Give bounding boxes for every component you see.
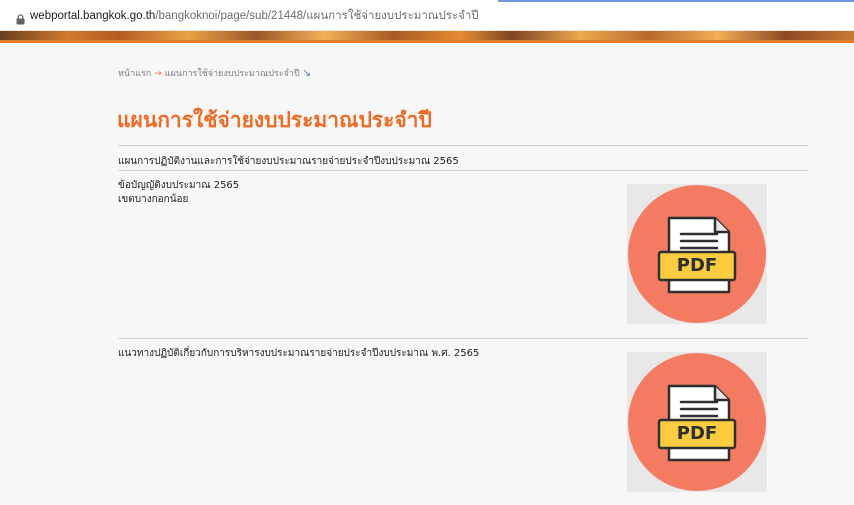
divider xyxy=(118,170,808,171)
page-title: แผนการใช้จ่ายงบประมาณประจำปี xyxy=(117,108,432,132)
url-text[interactable]: webportal.bangkok.go.th/bangkoknoi/page/… xyxy=(30,7,479,25)
pdf-label: PDF xyxy=(676,423,718,444)
breadcrumb-separator: → xyxy=(154,69,162,79)
section-heading: แผนการปฏิบัติงานและการใช้จ่ายงบประมาณราย… xyxy=(118,156,459,167)
header-banner xyxy=(0,31,854,43)
breadcrumb: หน้าแรก → แผนการใช้จ่ายงบประมาณประจำปี ↘ xyxy=(118,66,311,80)
item-title: ข้อบัญญัติงบประมาณ 2565 xyxy=(118,180,240,191)
arrow-down-right-icon: ↘ xyxy=(302,68,311,79)
pdf-download-link[interactable]: PDF xyxy=(627,184,767,324)
url-host: webportal.bangkok.go.th xyxy=(30,10,156,22)
browser-address-bar[interactable]: webportal.bangkok.go.th/bangkoknoi/page/… xyxy=(0,0,854,31)
divider xyxy=(118,338,808,339)
banner-stripe xyxy=(0,40,854,43)
item-subtitle: เขตบางกอกน้อย xyxy=(118,194,189,205)
breadcrumb-current: แผนการใช้จ่ายงบประมาณประจำปี xyxy=(164,69,300,79)
lock-icon xyxy=(16,10,25,29)
item-title: แนวทางปฏิบัติเกี่ยวกับการบริหารงบประมาณร… xyxy=(118,348,480,359)
breadcrumb-home-link[interactable]: หน้าแรก xyxy=(118,69,151,79)
pdf-label: PDF xyxy=(676,255,718,276)
url-path: /bangkoknoi/page/sub/21448/แผนการใช้จ่าย… xyxy=(155,10,479,22)
divider xyxy=(118,145,808,146)
pdf-download-link[interactable]: PDF xyxy=(627,352,767,492)
tab-highlight xyxy=(498,0,854,2)
